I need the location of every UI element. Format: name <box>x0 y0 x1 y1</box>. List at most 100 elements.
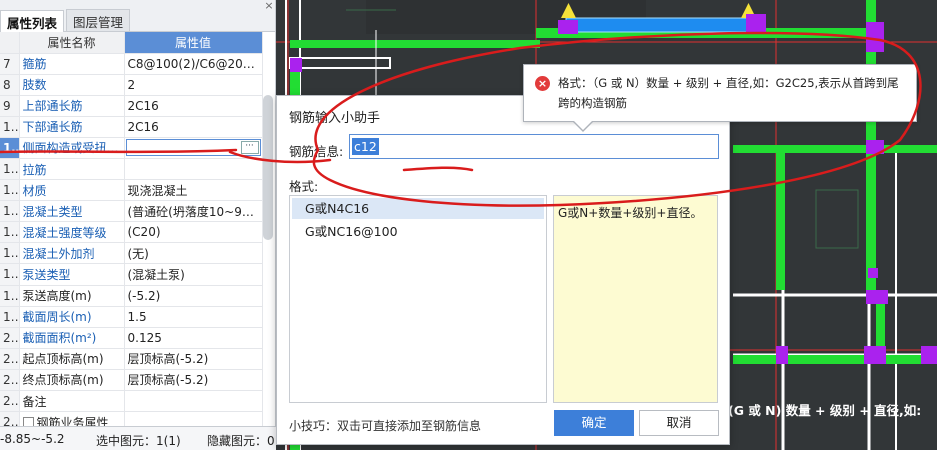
table-row[interactable]: 19 截面周长(m) 1.5 <box>0 306 263 328</box>
column <box>866 140 884 154</box>
property-name: 混凝土外加剂 <box>19 242 125 265</box>
row-index: 14 <box>0 200 20 223</box>
table-row[interactable]: 18 泵送高度(m) (-5.2) <box>0 285 263 307</box>
property-name-text: 终点顶标高(m) <box>22 373 104 388</box>
tab-property-list[interactable]: 属性列表 <box>0 10 65 32</box>
row-index: 20 <box>0 327 20 349</box>
property-panel: 属性列表 图层管理 × 属性名称 属性值 7 箍筋 C8@100(2)/C6@200… <box>0 0 276 426</box>
table-row[interactable]: 9 上部通长筋 2C16 <box>0 95 263 117</box>
rebar-info-input[interactable]: c12 <box>349 134 719 159</box>
table-row[interactable]: 12 拉筋 <box>0 158 263 181</box>
error-tooltip: × 格式：（G 或 N）数量 + 级别 + 直径,如：G2C25,表示从首跨到尾… <box>523 64 917 122</box>
tooltip-arrow <box>573 120 593 130</box>
property-name: 截面周长(m) <box>19 306 125 328</box>
property-name: 混凝土强度等级 <box>19 221 125 244</box>
ok-button[interactable]: 确定 <box>554 410 634 436</box>
format-item[interactable]: G或N4C16 <box>292 198 544 219</box>
table-row[interactable]: 15 混凝土强度等级 (C20) <box>0 221 263 244</box>
property-value[interactable]: 0.125 <box>124 327 263 349</box>
rebar-input-helper-dialog: 钢筋输入小助手 钢筋信息: c12 格式: G或N4C16 G或NC16@100… <box>276 95 730 445</box>
property-name: 混凝土类型 <box>19 200 125 223</box>
property-name-text: 上部通长筋 <box>22 99 83 114</box>
table-row[interactable]: 7 箍筋 C8@100(2)/C6@200(2) <box>0 53 263 75</box>
property-name: 截面面积(m²) <box>19 327 125 349</box>
green-beam <box>290 40 540 48</box>
property-name-text: 侧面构造或受扭筋(总配筋值) <box>22 141 124 156</box>
cancel-button[interactable]: 取消 <box>639 410 719 436</box>
property-value[interactable] <box>124 390 263 413</box>
table-row[interactable]: 11侧面构造或受扭筋(总配筋值) ··· <box>0 137 263 159</box>
table-row[interactable]: 24 钢筋业务属性 <box>0 411 263 426</box>
table-row[interactable]: 23 备注 <box>0 390 263 413</box>
property-name: 肢数 <box>19 74 125 96</box>
table-row[interactable]: 10 下部通长筋 2C16 <box>0 116 263 138</box>
property-value[interactable]: ··· <box>124 137 263 159</box>
property-value[interactable]: C8@100(2)/C6@200(2) <box>124 53 263 75</box>
property-value[interactable] <box>124 411 263 426</box>
status-elevation-range: -8.85~-5.2 <box>0 432 65 446</box>
table-row[interactable]: 14混凝土类型 (普通砼(坍落度10~90mm)) <box>0 200 263 223</box>
header-property-value: 属性值 <box>124 32 263 54</box>
property-value[interactable] <box>124 158 263 181</box>
panel-scrollbar[interactable] <box>263 95 273 240</box>
row-index: 8 <box>0 74 20 96</box>
tab-layer-management[interactable]: 图层管理 <box>66 9 131 31</box>
table-row[interactable]: 20 截面面积(m²) 0.125 <box>0 327 263 349</box>
row-index: 9 <box>0 95 20 117</box>
table-row[interactable]: 17 泵送类型 (混凝土泵) <box>0 263 263 286</box>
row-index: 17 <box>0 263 20 286</box>
ellipsis-button[interactable]: ··· <box>240 141 259 155</box>
row-index: 15 <box>0 221 20 244</box>
property-value[interactable]: (普通砼(坍落度10~90mm)) <box>124 200 263 223</box>
property-name-text: 混凝土类型 <box>22 204 83 219</box>
selected-beam[interactable] <box>565 17 757 33</box>
row-index: 7 <box>0 53 20 75</box>
property-value[interactable]: 2 <box>124 74 263 96</box>
canvas-hint-text: (G 或 N) 数量 + 级别 + 直径,如: <box>728 403 922 418</box>
row-index: 21 <box>0 348 20 370</box>
property-value[interactable]: 层顶标高(-5.2) <box>124 369 263 392</box>
format-list[interactable]: G或N4C16 G或NC16@100 <box>289 195 547 403</box>
close-icon[interactable]: × <box>263 0 275 12</box>
column <box>776 346 788 364</box>
panel-tabs: 属性列表 图层管理 <box>0 0 275 32</box>
property-value[interactable]: 层顶标高(-5.2) <box>124 348 263 370</box>
rebar-info-value: c12 <box>352 138 379 155</box>
property-name-text: 混凝土外加剂 <box>22 246 95 261</box>
property-name: 泵送类型 <box>19 263 125 286</box>
property-name: 上部通长筋 <box>19 95 125 117</box>
property-value[interactable]: 2C16 <box>124 116 263 138</box>
property-name-text: 备注 <box>22 394 47 409</box>
property-value[interactable]: (C20) <box>124 221 263 244</box>
green-beam <box>733 145 937 153</box>
property-value[interactable]: (无) <box>124 242 263 265</box>
table-row[interactable]: 13 材质 现浇混凝土 <box>0 179 263 202</box>
rebar-info-label: 钢筋信息: <box>289 144 344 159</box>
property-table: 属性名称 属性值 7 箍筋 C8@100(2)/C6@200(2) 8 肢数 2 9 上部通长… <box>0 32 263 426</box>
table-row[interactable]: 22 终点顶标高(m) 层顶标高(-5.2) <box>0 369 263 392</box>
property-value[interactable]: (-5.2) <box>124 285 263 307</box>
property-value-editor[interactable]: ··· <box>125 139 261 157</box>
property-value[interactable]: 2C16 <box>124 95 263 117</box>
property-name: 箍筋 <box>19 53 125 75</box>
column <box>921 346 937 364</box>
error-message: 格式：（G 或 N）数量 + 级别 + 直径,如：G2C25,表示从首跨到尾跨的… <box>558 76 899 110</box>
row-index: 22 <box>0 369 20 392</box>
table-row[interactable]: 21 起点顶标高(m) 层顶标高(-5.2) <box>0 348 263 370</box>
property-name: 钢筋业务属性 <box>19 411 125 426</box>
column <box>864 346 886 364</box>
row-index: 16 <box>0 242 20 265</box>
error-icon: × <box>535 76 550 91</box>
property-name: 拉筋 <box>19 158 125 181</box>
table-row[interactable]: 8 肢数 2 <box>0 74 263 96</box>
row-index: 12 <box>0 158 20 181</box>
table-row[interactable]: 16 混凝土外加剂 (无) <box>0 242 263 265</box>
expand-checkbox[interactable] <box>22 416 34 426</box>
property-value[interactable]: 1.5 <box>124 306 263 328</box>
property-value[interactable]: 现浇混凝土 <box>124 179 263 202</box>
property-value[interactable]: (混凝土泵) <box>124 263 263 286</box>
property-name: 侧面构造或受扭筋(总配筋值) <box>19 137 125 159</box>
row-index: 10 <box>0 116 20 138</box>
format-item[interactable]: G或NC16@100 <box>292 221 544 242</box>
row-index: 23 <box>0 390 20 413</box>
